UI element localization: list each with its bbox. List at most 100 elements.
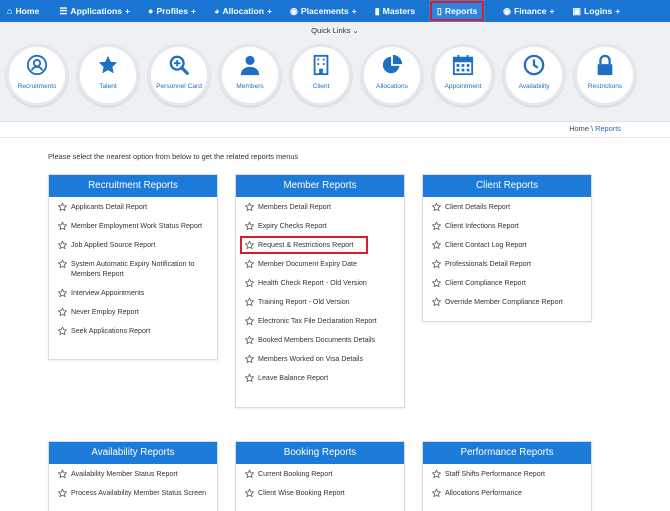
report-link[interactable]: Never Employ Report (57, 307, 211, 317)
folder-open-icon: ▯ (436, 5, 442, 16)
client-reports-card: Client Reports Client Details Report Clie… (422, 174, 592, 322)
performance-reports-card: Performance Reports Staff Shifts Perform… (422, 441, 592, 511)
star-icon (58, 488, 67, 497)
report-link-label: Interview Appointments (71, 289, 145, 297)
report-link-label: Applicants Detail Report (71, 203, 148, 211)
report-link[interactable]: Professionals Detail Report (431, 259, 585, 269)
report-link[interactable]: Applicants Detail Report (57, 202, 211, 212)
quick-link-client[interactable]: Client (290, 44, 352, 106)
report-list: Members Detail Report Expiry Checks Repor… (236, 197, 404, 383)
quick-link-allocations[interactable]: Allocations (361, 44, 423, 106)
star-icon (245, 354, 254, 363)
quick-links-title[interactable]: Quick Links ⌄ (0, 26, 670, 35)
report-link[interactable]: Leave Balance Report (244, 373, 398, 383)
report-link-label: Booked Members Documents Details (258, 336, 376, 344)
search-plus-icon (169, 55, 189, 75)
quick-link-label: Appointment (444, 83, 482, 90)
nav-applications-label: Applications (70, 6, 122, 16)
divider (0, 137, 670, 138)
star-icon (432, 259, 441, 268)
report-link[interactable]: Client Compliance Report (431, 278, 585, 288)
star-icon (98, 55, 118, 74)
star-icon (58, 469, 67, 478)
report-link-label: Availability Member Status Report (71, 470, 178, 478)
nav-reports-label: Reports (444, 6, 478, 16)
home-icon: ⌂ (7, 6, 13, 16)
star-icon (245, 297, 254, 306)
report-link[interactable]: Availability Member Status Report (57, 469, 211, 479)
report-list: Staff Shifts Performance Report Allocatio… (423, 464, 591, 498)
report-link[interactable]: Client Wise Booking Report (244, 488, 398, 498)
breadcrumb-home[interactable]: Home (569, 124, 589, 133)
report-link[interactable]: Member Document Expiry Date (244, 259, 398, 269)
quick-link-members[interactable]: Members (219, 44, 281, 106)
report-link-label: Client Contact Log Report (445, 241, 527, 249)
report-link-label: Members Detail Report (258, 203, 331, 211)
nav-masters[interactable]: ▮ Masters (369, 0, 429, 22)
report-link[interactable]: Interview Appointments (57, 288, 211, 298)
report-link[interactable]: Training Report - Old Version (244, 297, 398, 307)
report-link[interactable]: Current Booking Report (244, 469, 398, 479)
nav-allocation-label: Allocation (222, 6, 264, 16)
report-link[interactable]: Client Infections Report (431, 221, 585, 231)
report-link-label: Health Check Report - Old Version (258, 279, 367, 287)
nav-placements[interactable]: ◉ Placements + (284, 0, 369, 22)
nav-profiles[interactable]: ● Profiles + (142, 0, 208, 22)
report-link[interactable]: Members Detail Report (244, 202, 398, 212)
report-link[interactable]: Process Availability Member Status Scree… (57, 488, 211, 498)
quick-link-personnel-card[interactable]: Personnel Card (148, 44, 210, 106)
top-navbar: ⌂ Home ☰ Applications + ● Profiles + ◕ A… (0, 0, 670, 22)
report-link[interactable]: Members Worked on Visa Details (244, 354, 398, 364)
building-icon (313, 54, 329, 76)
report-link-label: Never Employ Report (71, 308, 139, 316)
quick-link-recruitments[interactable]: Recruitments (6, 44, 68, 106)
report-link[interactable]: Member Employment Work Status Report (57, 221, 211, 231)
star-icon (432, 469, 441, 478)
report-link[interactable]: Client Contact Log Report (431, 240, 585, 250)
star-icon (245, 335, 254, 344)
report-link[interactable]: Seek Applications Report (57, 326, 211, 336)
quick-link-restrictions[interactable]: Restrictions (574, 44, 636, 106)
quick-link-availability[interactable]: Availability (503, 44, 565, 106)
star-icon (245, 488, 254, 497)
list-icon: ☰ (59, 5, 68, 16)
report-link[interactable]: Client Details Report (431, 202, 585, 212)
quick-link-appointment[interactable]: Appointment (432, 44, 494, 106)
nav-reports[interactable]: ▯ Reports (429, 0, 486, 22)
lock-icon: ▣ (572, 5, 582, 16)
report-link[interactable]: Staff Shifts Performance Report (431, 469, 585, 479)
report-link[interactable]: Expiry Checks Report (244, 221, 398, 231)
report-link[interactable]: Electronic Tax File Declaration Report (244, 316, 398, 326)
star-icon (432, 202, 441, 211)
star-icon (58, 221, 67, 230)
report-link[interactable]: System Automatic Expiry Notification to … (57, 259, 211, 279)
nav-home[interactable]: ⌂ Home (0, 0, 53, 22)
star-icon (245, 469, 254, 478)
nav-applications[interactable]: ☰ Applications + (53, 0, 142, 22)
card-title: Member Reports (236, 175, 404, 197)
quick-link-talent[interactable]: Talent (77, 44, 139, 106)
report-link[interactable]: Job Applied Source Report (57, 240, 211, 250)
report-link[interactable]: Allocations Performance (431, 488, 585, 498)
nav-logins[interactable]: ▣ Logins + (567, 0, 627, 22)
nav-placements-label: Placements (300, 6, 349, 16)
report-list: Availability Member Status Report Process… (49, 464, 217, 498)
quick-link-label: Client (312, 83, 330, 90)
quick-links-panel: Quick Links ⌄ Recruitments Talent Person… (0, 22, 670, 122)
nav-finance[interactable]: ◉ Finance + (485, 0, 566, 22)
star-icon (245, 240, 254, 249)
report-link[interactable]: Request & Restrictions Report (240, 236, 368, 254)
report-link[interactable]: Booked Members Documents Details (244, 335, 398, 345)
card-title: Recruitment Reports (49, 175, 217, 197)
nav-allocation[interactable]: ◕ Allocation + (208, 0, 284, 22)
report-link-label: Training Report - Old Version (258, 298, 350, 306)
member-reports-card: Member Reports Members Detail Report Expi… (235, 174, 405, 408)
quick-link-label: Talent (99, 83, 117, 90)
report-link[interactable]: Health Check Report - Old Version (244, 278, 398, 288)
star-icon (245, 221, 254, 230)
report-link[interactable]: Override Member Compliance Report (431, 297, 585, 307)
plus-icon: + (267, 6, 273, 16)
report-link-label: Allocations Performance (445, 489, 522, 497)
report-list: Current Booking Report Client Wise Bookin… (236, 464, 404, 498)
star-icon (245, 202, 254, 211)
